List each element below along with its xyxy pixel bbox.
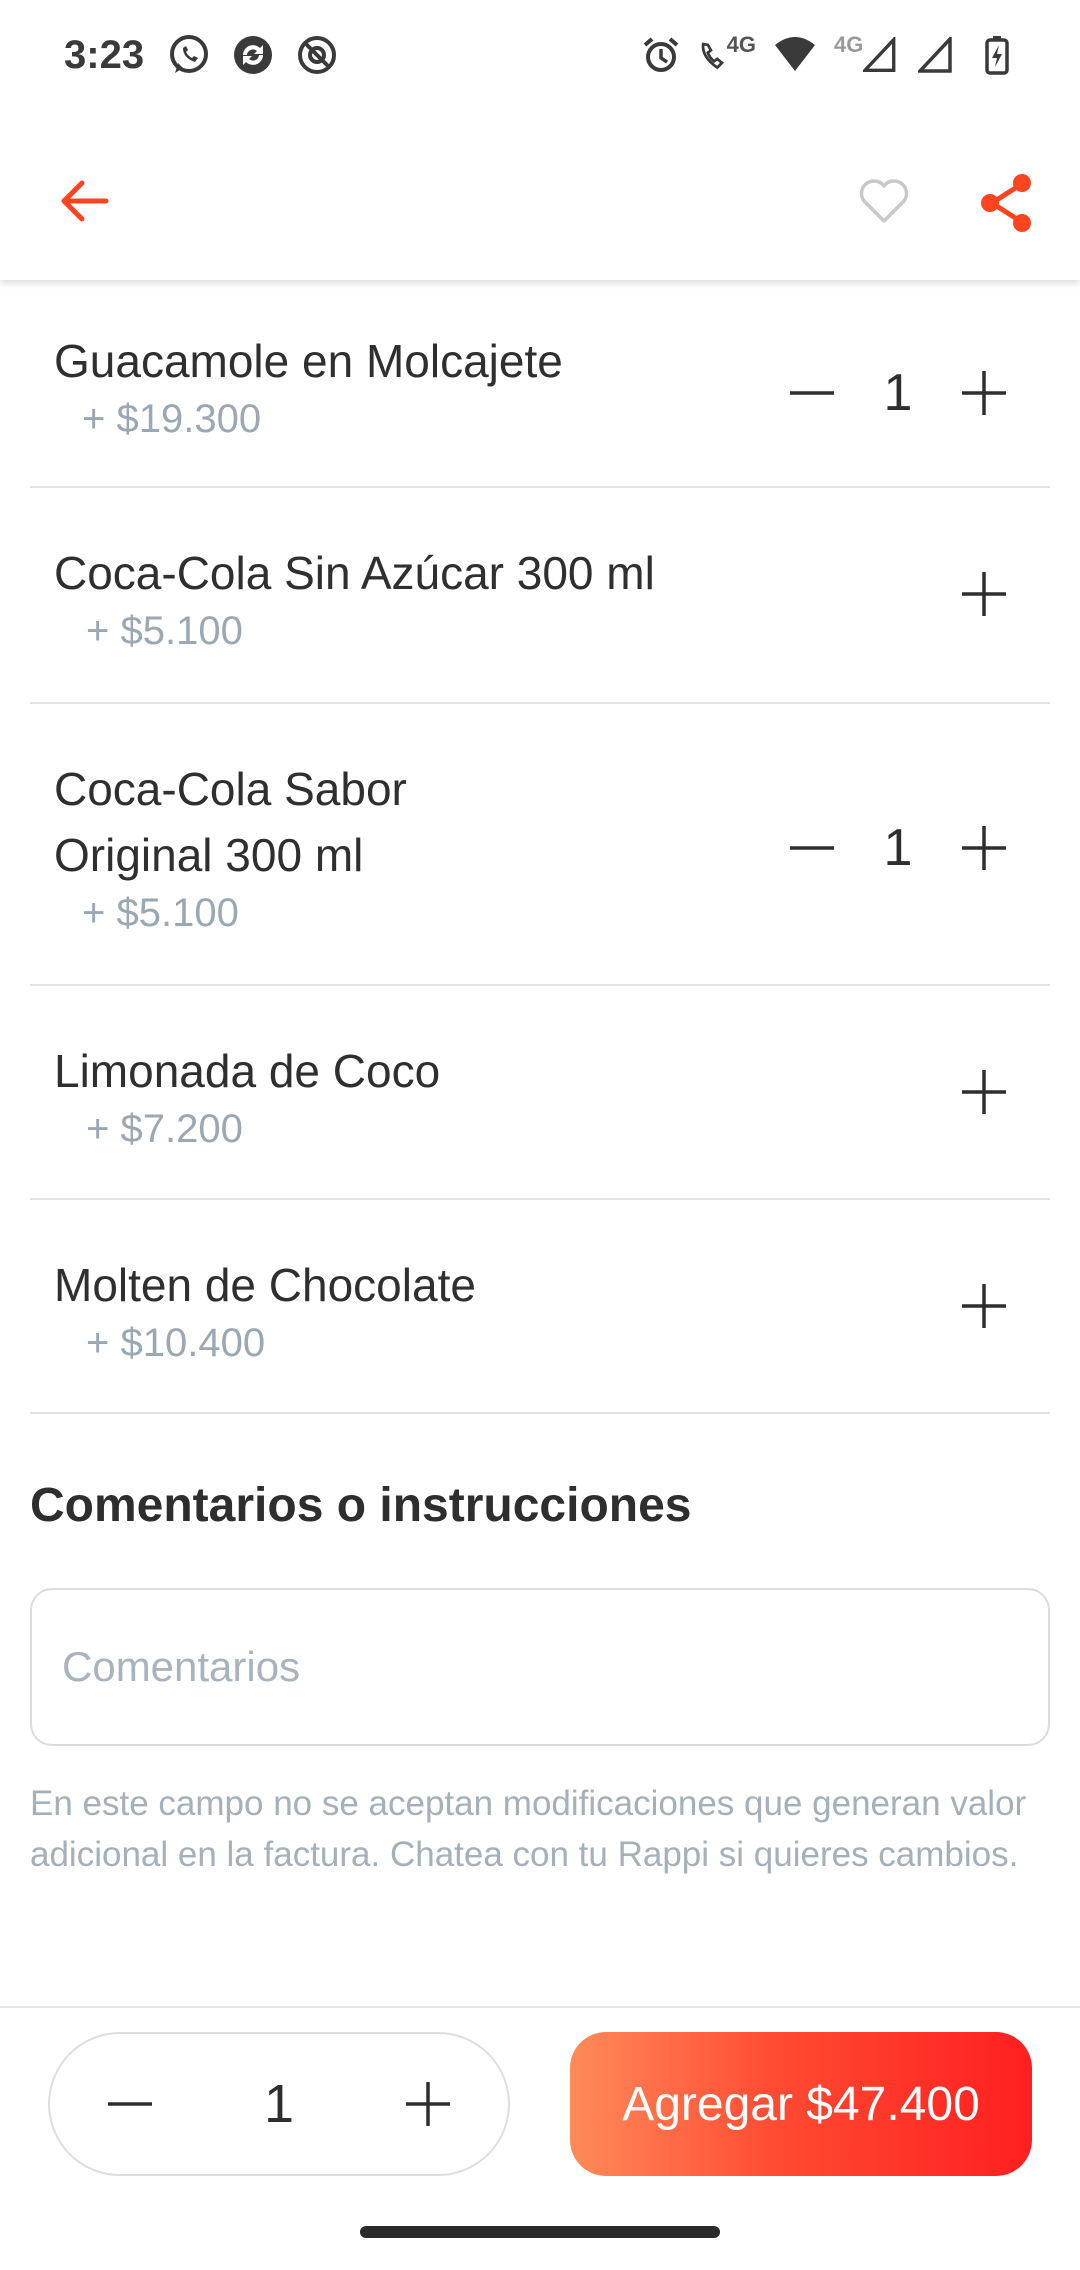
list-item: Coca-Cola Sabor Original 300 ml + $5.100… bbox=[30, 704, 1050, 986]
quantity-stepper bbox=[776, 558, 1020, 630]
top-app-bar bbox=[0, 110, 1080, 280]
quantity-stepper: 1 bbox=[48, 2032, 510, 2176]
back-arrow-icon[interactable] bbox=[48, 165, 120, 237]
share-icon[interactable] bbox=[968, 165, 1044, 241]
quantity-stepper bbox=[776, 1270, 1020, 1342]
plus-icon[interactable] bbox=[948, 1056, 1020, 1128]
list-item: Coca-Cola Sin Azúcar 300 ml + $5.100 bbox=[30, 488, 1050, 704]
alarm-icon bbox=[638, 32, 684, 78]
minus-icon[interactable] bbox=[776, 357, 848, 429]
plus-icon[interactable] bbox=[948, 812, 1020, 884]
add-to-cart-button[interactable]: Agregar $47.400 bbox=[570, 2032, 1032, 2176]
item-name: Coca-Cola Sin Azúcar 300 ml bbox=[54, 547, 655, 599]
item-name: Molten de Chocolate bbox=[54, 1259, 476, 1311]
item-name: Guacamole en Molcajete bbox=[54, 335, 563, 387]
list-item: Guacamole en Molcajete + $19.300 1 bbox=[30, 282, 1050, 488]
home-indicator[interactable] bbox=[360, 2226, 720, 2238]
whatsapp-icon bbox=[166, 32, 212, 78]
plus-icon[interactable] bbox=[948, 357, 1020, 429]
minus-icon[interactable] bbox=[776, 812, 848, 884]
plus-icon[interactable] bbox=[948, 1270, 1020, 1342]
wifi-icon bbox=[772, 32, 818, 78]
item-quantity: 1 bbox=[883, 819, 913, 877]
sync-icon bbox=[230, 32, 276, 78]
network-type-label: 4G bbox=[726, 32, 756, 57]
item-name: Coca-Cola Sabor Original 300 ml bbox=[54, 763, 407, 881]
quantity-stepper: 1 bbox=[776, 812, 1020, 884]
comments-note: En este campo no se aceptan modificacion… bbox=[30, 1784, 1027, 1874]
signal-icon: 4G bbox=[834, 32, 896, 78]
minus-icon[interactable] bbox=[94, 2068, 166, 2140]
quantity-stepper bbox=[776, 1056, 1020, 1128]
total-quantity: 1 bbox=[263, 2074, 295, 2134]
quantity-stepper: 1 bbox=[776, 357, 1020, 429]
item-quantity: 1 bbox=[883, 364, 913, 422]
list-item: Limonada de Coco + $7.200 bbox=[30, 986, 1050, 1200]
item-price: + $5.100 bbox=[82, 891, 239, 935]
signal-icon bbox=[912, 32, 958, 78]
plus-icon[interactable] bbox=[392, 2068, 464, 2140]
network-type-label: 4G bbox=[834, 32, 864, 57]
item-name: Limonada de Coco bbox=[54, 1045, 441, 1097]
at-sign-icon bbox=[294, 32, 340, 78]
system-icons: 4G 4G bbox=[638, 32, 1020, 78]
battery-charging-icon bbox=[974, 32, 1020, 78]
volte-call-icon: 4G bbox=[700, 32, 756, 78]
status-time: 3:23 bbox=[64, 32, 145, 77]
notification-icons bbox=[166, 32, 340, 78]
status-bar: 3:23 4G 4G bbox=[0, 0, 1080, 110]
heart-outline-icon[interactable] bbox=[848, 165, 920, 237]
item-list: Guacamole en Molcajete + $19.300 1 Coca-… bbox=[30, 282, 1050, 1414]
comments-input[interactable] bbox=[30, 1588, 1050, 1746]
comments-title: Comentarios o instrucciones bbox=[30, 1479, 692, 1532]
list-item: Molten de Chocolate + $10.400 bbox=[30, 1200, 1050, 1414]
plus-icon[interactable] bbox=[948, 558, 1020, 630]
